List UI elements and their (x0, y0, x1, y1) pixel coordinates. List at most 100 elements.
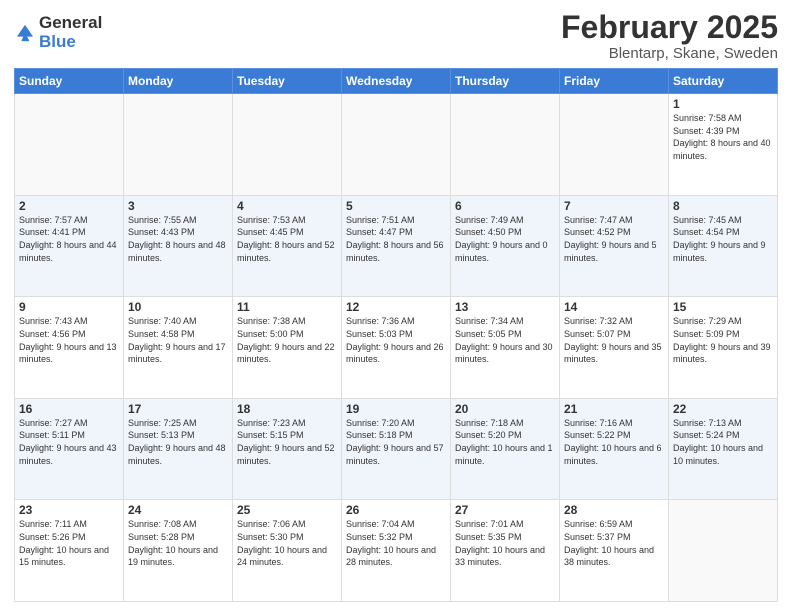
day-info: Sunrise: 7:23 AM Sunset: 5:15 PM Dayligh… (237, 417, 337, 467)
day-info: Sunrise: 7:45 AM Sunset: 4:54 PM Dayligh… (673, 214, 773, 264)
day-info: Sunrise: 7:06 AM Sunset: 5:30 PM Dayligh… (237, 518, 337, 568)
table-row: 6Sunrise: 7:49 AM Sunset: 4:50 PM Daylig… (451, 195, 560, 297)
calendar-week-row: 16Sunrise: 7:27 AM Sunset: 5:11 PM Dayli… (15, 398, 778, 500)
day-info: Sunrise: 7:43 AM Sunset: 4:56 PM Dayligh… (19, 315, 119, 365)
header-wednesday: Wednesday (342, 69, 451, 94)
day-info: Sunrise: 7:38 AM Sunset: 5:00 PM Dayligh… (237, 315, 337, 365)
day-number: 10 (128, 300, 228, 314)
day-info: Sunrise: 7:57 AM Sunset: 4:41 PM Dayligh… (19, 214, 119, 264)
day-number: 21 (564, 402, 664, 416)
logo-blue-text: Blue (39, 33, 102, 52)
day-number: 17 (128, 402, 228, 416)
table-row (15, 94, 124, 196)
day-info: Sunrise: 7:58 AM Sunset: 4:39 PM Dayligh… (673, 112, 773, 162)
day-number: 11 (237, 300, 337, 314)
table-row: 28Sunrise: 6:59 AM Sunset: 5:37 PM Dayli… (560, 500, 669, 602)
day-number: 26 (346, 503, 446, 517)
calendar-body: 1Sunrise: 7:58 AM Sunset: 4:39 PM Daylig… (15, 94, 778, 602)
day-number: 23 (19, 503, 119, 517)
table-row: 14Sunrise: 7:32 AM Sunset: 5:07 PM Dayli… (560, 297, 669, 399)
title-block: February 2025 Blentarp, Skane, Sweden (561, 10, 778, 62)
calendar-week-row: 9Sunrise: 7:43 AM Sunset: 4:56 PM Daylig… (15, 297, 778, 399)
day-number: 4 (237, 199, 337, 213)
header-monday: Monday (124, 69, 233, 94)
table-row: 2Sunrise: 7:57 AM Sunset: 4:41 PM Daylig… (15, 195, 124, 297)
day-number: 19 (346, 402, 446, 416)
day-number: 9 (19, 300, 119, 314)
table-row: 24Sunrise: 7:08 AM Sunset: 5:28 PM Dayli… (124, 500, 233, 602)
day-number: 3 (128, 199, 228, 213)
day-number: 20 (455, 402, 555, 416)
table-row: 17Sunrise: 7:25 AM Sunset: 5:13 PM Dayli… (124, 398, 233, 500)
day-number: 1 (673, 97, 773, 111)
day-number: 28 (564, 503, 664, 517)
header-tuesday: Tuesday (233, 69, 342, 94)
calendar-week-row: 1Sunrise: 7:58 AM Sunset: 4:39 PM Daylig… (15, 94, 778, 196)
day-number: 16 (19, 402, 119, 416)
table-row: 11Sunrise: 7:38 AM Sunset: 5:00 PM Dayli… (233, 297, 342, 399)
day-info: Sunrise: 7:25 AM Sunset: 5:13 PM Dayligh… (128, 417, 228, 467)
table-row: 20Sunrise: 7:18 AM Sunset: 5:20 PM Dayli… (451, 398, 560, 500)
day-info: Sunrise: 7:13 AM Sunset: 5:24 PM Dayligh… (673, 417, 773, 467)
table-row: 7Sunrise: 7:47 AM Sunset: 4:52 PM Daylig… (560, 195, 669, 297)
day-number: 7 (564, 199, 664, 213)
logo-icon (14, 22, 36, 44)
header: General Blue February 2025 Blentarp, Ska… (14, 10, 778, 62)
header-friday: Friday (560, 69, 669, 94)
day-info: Sunrise: 7:18 AM Sunset: 5:20 PM Dayligh… (455, 417, 555, 467)
day-number: 12 (346, 300, 446, 314)
table-row: 8Sunrise: 7:45 AM Sunset: 4:54 PM Daylig… (669, 195, 778, 297)
logo: General Blue (14, 14, 102, 51)
day-number: 27 (455, 503, 555, 517)
table-row (124, 94, 233, 196)
day-info: Sunrise: 7:34 AM Sunset: 5:05 PM Dayligh… (455, 315, 555, 365)
day-info: Sunrise: 7:01 AM Sunset: 5:35 PM Dayligh… (455, 518, 555, 568)
day-info: Sunrise: 7:40 AM Sunset: 4:58 PM Dayligh… (128, 315, 228, 365)
day-info: Sunrise: 7:29 AM Sunset: 5:09 PM Dayligh… (673, 315, 773, 365)
table-row (233, 94, 342, 196)
table-row: 22Sunrise: 7:13 AM Sunset: 5:24 PM Dayli… (669, 398, 778, 500)
day-number: 5 (346, 199, 446, 213)
table-row: 10Sunrise: 7:40 AM Sunset: 4:58 PM Dayli… (124, 297, 233, 399)
calendar-week-row: 2Sunrise: 7:57 AM Sunset: 4:41 PM Daylig… (15, 195, 778, 297)
day-number: 2 (19, 199, 119, 213)
table-row (560, 94, 669, 196)
table-row: 15Sunrise: 7:29 AM Sunset: 5:09 PM Dayli… (669, 297, 778, 399)
table-row: 12Sunrise: 7:36 AM Sunset: 5:03 PM Dayli… (342, 297, 451, 399)
day-header-row: Sunday Monday Tuesday Wednesday Thursday… (15, 69, 778, 94)
table-row: 21Sunrise: 7:16 AM Sunset: 5:22 PM Dayli… (560, 398, 669, 500)
day-info: Sunrise: 7:32 AM Sunset: 5:07 PM Dayligh… (564, 315, 664, 365)
day-info: Sunrise: 7:53 AM Sunset: 4:45 PM Dayligh… (237, 214, 337, 264)
day-number: 8 (673, 199, 773, 213)
calendar-table: Sunday Monday Tuesday Wednesday Thursday… (14, 68, 778, 602)
calendar-header: Sunday Monday Tuesday Wednesday Thursday… (15, 69, 778, 94)
day-number: 6 (455, 199, 555, 213)
calendar-week-row: 23Sunrise: 7:11 AM Sunset: 5:26 PM Dayli… (15, 500, 778, 602)
table-row: 13Sunrise: 7:34 AM Sunset: 5:05 PM Dayli… (451, 297, 560, 399)
day-number: 15 (673, 300, 773, 314)
header-sunday: Sunday (15, 69, 124, 94)
day-info: Sunrise: 7:04 AM Sunset: 5:32 PM Dayligh… (346, 518, 446, 568)
logo-text: General Blue (39, 14, 102, 51)
header-saturday: Saturday (669, 69, 778, 94)
table-row: 1Sunrise: 7:58 AM Sunset: 4:39 PM Daylig… (669, 94, 778, 196)
logo-general-text: General (39, 14, 102, 33)
day-number: 25 (237, 503, 337, 517)
day-number: 14 (564, 300, 664, 314)
day-info: Sunrise: 7:08 AM Sunset: 5:28 PM Dayligh… (128, 518, 228, 568)
page-container: General Blue February 2025 Blentarp, Ska… (0, 0, 792, 612)
calendar-subtitle: Blentarp, Skane, Sweden (561, 45, 778, 62)
day-number: 13 (455, 300, 555, 314)
table-row: 27Sunrise: 7:01 AM Sunset: 5:35 PM Dayli… (451, 500, 560, 602)
table-row: 19Sunrise: 7:20 AM Sunset: 5:18 PM Dayli… (342, 398, 451, 500)
table-row (451, 94, 560, 196)
table-row: 25Sunrise: 7:06 AM Sunset: 5:30 PM Dayli… (233, 500, 342, 602)
day-number: 24 (128, 503, 228, 517)
day-info: Sunrise: 7:49 AM Sunset: 4:50 PM Dayligh… (455, 214, 555, 264)
table-row: 5Sunrise: 7:51 AM Sunset: 4:47 PM Daylig… (342, 195, 451, 297)
table-row: 16Sunrise: 7:27 AM Sunset: 5:11 PM Dayli… (15, 398, 124, 500)
day-info: Sunrise: 7:36 AM Sunset: 5:03 PM Dayligh… (346, 315, 446, 365)
table-row: 18Sunrise: 7:23 AM Sunset: 5:15 PM Dayli… (233, 398, 342, 500)
day-info: Sunrise: 7:47 AM Sunset: 4:52 PM Dayligh… (564, 214, 664, 264)
day-number: 22 (673, 402, 773, 416)
